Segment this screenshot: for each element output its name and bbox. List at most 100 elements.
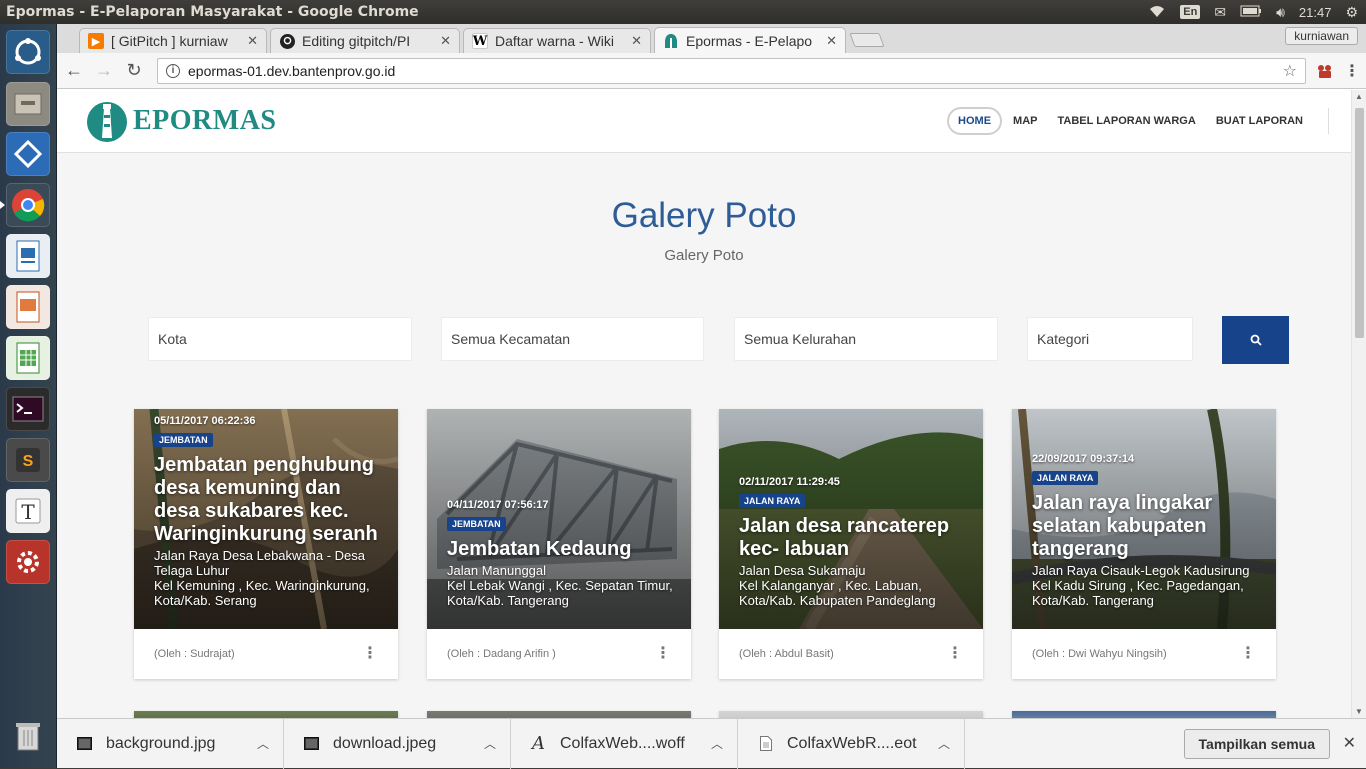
- card-footer: (Oleh : Abdul Basit) ⋮: [719, 629, 983, 679]
- tab-epormas[interactable]: Epormas - E-Pelapo ✕: [654, 27, 846, 53]
- report-card[interactable]: 02/11/2017 11:29:45 JALAN RAYA Jalan des…: [719, 409, 983, 679]
- system-top-panel: Epormas - E-Pelaporan Masyarakat - Googl…: [0, 0, 1366, 24]
- report-card-partial[interactable]: [719, 711, 983, 718]
- chrome-icon[interactable]: [0, 183, 50, 227]
- image-file-icon: [304, 736, 319, 751]
- impress-icon[interactable]: [6, 285, 50, 329]
- nav-map[interactable]: MAP: [1004, 109, 1046, 133]
- tab-wikipedia[interactable]: W Daftar warna - Wiki ✕: [463, 28, 651, 53]
- kota-select[interactable]: Kota: [148, 317, 412, 361]
- mail-icon[interactable]: ✉: [1214, 4, 1226, 21]
- download-item[interactable]: A ColfaxWeb....woff ︿: [511, 718, 738, 769]
- report-card-partial[interactable]: [1012, 711, 1276, 718]
- more-vert-icon[interactable]: ⋮: [362, 646, 378, 662]
- nav-tabel-laporan[interactable]: TABEL LAPORAN WARGA: [1049, 109, 1205, 133]
- tab-gitpitch[interactable]: ▶ [ GitPitch ] kurniaw ✕: [79, 28, 267, 53]
- site-header: EPORMAS HOME MAP TABEL LAPORAN WARGA BUA…: [57, 90, 1351, 153]
- report-photo[interactable]: 04/11/2017 07:56:17 JEMBATAN Jembatan Ke…: [427, 409, 691, 629]
- report-photo[interactable]: 22/09/2017 09:37:14 JALAN RAYA Jalan ray…: [1012, 409, 1276, 629]
- chrome-menu-icon[interactable]: ⋮: [1344, 61, 1360, 81]
- nav-buat-laporan[interactable]: BUAT LAPORAN: [1207, 109, 1312, 133]
- url-text[interactable]: epormas-01.dev.bantenprov.go.id: [188, 63, 395, 79]
- back-arrow-icon[interactable]: ←: [63, 60, 85, 82]
- extension-icon[interactable]: [1314, 63, 1336, 79]
- settings-icon[interactable]: [6, 540, 50, 584]
- close-icon[interactable]: ✕: [1343, 733, 1356, 753]
- report-card[interactable]: 05/11/2017 06:22:36 JEMBATAN Jembatan pe…: [134, 409, 398, 679]
- scrollbar-thumb[interactable]: [1355, 108, 1364, 338]
- report-photo[interactable]: 05/11/2017 06:22:36 JEMBATAN Jembatan pe…: [134, 409, 398, 629]
- kelurahan-select[interactable]: Semua Kelurahan: [734, 317, 998, 361]
- chevron-up-icon[interactable]: ︿: [711, 735, 723, 752]
- report-title[interactable]: Jalan desa rancaterep kec- labuan: [739, 515, 969, 561]
- writer-icon[interactable]: [6, 234, 50, 278]
- battery-icon[interactable]: [1240, 4, 1262, 20]
- report-card[interactable]: 04/11/2017 07:56:17 JEMBATAN Jembatan Ke…: [427, 409, 691, 679]
- category-badge[interactable]: JEMBATAN: [154, 433, 213, 447]
- page-title: Galery Poto: [611, 196, 797, 235]
- keyboard-layout-indicator[interactable]: En: [1180, 5, 1201, 19]
- more-vert-icon[interactable]: ⋮: [655, 646, 671, 662]
- report-card-partial[interactable]: [427, 711, 691, 718]
- window-title: Epormas - E-Pelaporan Masyarakat - Googl…: [6, 4, 419, 20]
- terminal-icon[interactable]: [6, 387, 50, 431]
- show-all-downloads-button[interactable]: Tampilkan semua: [1183, 729, 1330, 759]
- reload-icon[interactable]: ↻: [123, 60, 145, 82]
- close-icon[interactable]: ✕: [631, 33, 642, 49]
- scroll-down-icon[interactable]: ▼: [1355, 707, 1363, 716]
- ubuntu-dash-icon[interactable]: [6, 30, 50, 74]
- page-scrollbar[interactable]: ▲ ▼: [1351, 90, 1366, 718]
- download-item[interactable]: background.jpg ︿: [57, 718, 284, 769]
- more-vert-icon[interactable]: ⋮: [947, 646, 963, 662]
- tab-github[interactable]: Editing gitpitch/PI ✕: [270, 28, 460, 53]
- clock[interactable]: 21:47: [1299, 5, 1332, 20]
- category-badge[interactable]: JEMBATAN: [447, 517, 506, 531]
- report-date: 22/09/2017 09:37:14: [1032, 453, 1135, 465]
- info-icon[interactable]: i: [166, 63, 180, 78]
- trash-icon[interactable]: [6, 714, 50, 758]
- close-icon[interactable]: ✕: [247, 33, 258, 49]
- bookmark-star-icon[interactable]: ☆: [1283, 61, 1297, 81]
- git-icon[interactable]: [6, 132, 50, 176]
- sublime-icon[interactable]: S: [6, 438, 50, 482]
- report-date: 04/11/2017 07:56:17: [447, 499, 549, 511]
- report-card[interactable]: 22/09/2017 09:37:14 JALAN RAYA Jalan ray…: [1012, 409, 1276, 679]
- download-filename: download.jpeg: [333, 734, 437, 752]
- new-tab-button[interactable]: [849, 33, 885, 47]
- report-card-partial[interactable]: [134, 711, 398, 718]
- nav-divider: [1328, 108, 1329, 134]
- more-vert-icon[interactable]: ⋮: [1240, 646, 1256, 662]
- download-item[interactable]: download.jpeg ︿: [284, 718, 511, 769]
- download-item[interactable]: ColfaxWebR....eot ︿: [738, 718, 965, 769]
- search-button[interactable]: [1222, 316, 1289, 364]
- close-icon[interactable]: ✕: [440, 33, 451, 49]
- forward-arrow-icon[interactable]: →: [93, 60, 115, 82]
- report-region: Kel Kemuning , Kec. Waringinkurung, Kota…: [154, 578, 370, 608]
- report-title[interactable]: Jembatan Kedaung: [447, 538, 677, 561]
- category-badge[interactable]: JALAN RAYA: [1032, 471, 1099, 485]
- launcher: S T: [0, 24, 57, 768]
- chevron-up-icon[interactable]: ︿: [938, 735, 950, 752]
- address-bar[interactable]: i epormas-01.dev.bantenprov.go.id ☆: [157, 57, 1306, 84]
- volume-icon[interactable]: 🔊︎: [1276, 4, 1285, 21]
- category-badge[interactable]: JALAN RAYA: [739, 494, 806, 508]
- site-logo[interactable]: EPORMAS: [85, 98, 277, 144]
- nav-home[interactable]: HOME: [947, 107, 1003, 135]
- scroll-up-icon[interactable]: ▲: [1355, 92, 1363, 101]
- files-icon[interactable]: [6, 82, 50, 126]
- calc-icon[interactable]: [6, 336, 50, 380]
- report-title[interactable]: Jembatan penghubung desa kemuning dan de…: [154, 454, 384, 546]
- gear-icon[interactable]: ⚙: [1345, 4, 1358, 21]
- github-icon: [279, 33, 295, 49]
- chevron-up-icon[interactable]: ︿: [257, 735, 269, 752]
- profile-button[interactable]: kurniawan: [1285, 27, 1358, 45]
- wifi-icon[interactable]: [1148, 4, 1166, 21]
- kategori-select[interactable]: Kategori: [1027, 317, 1193, 361]
- close-icon[interactable]: ✕: [826, 33, 837, 49]
- text-editor-icon[interactable]: T: [6, 489, 50, 533]
- chevron-up-icon[interactable]: ︿: [484, 735, 496, 752]
- kecamatan-select[interactable]: Semua Kecamatan: [441, 317, 704, 361]
- report-title[interactable]: Jalan raya lingakar selatan kabupaten ta…: [1032, 492, 1262, 561]
- report-author: (Oleh : Abdul Basit): [739, 648, 834, 660]
- report-photo[interactable]: 02/11/2017 11:29:45 JALAN RAYA Jalan des…: [719, 409, 983, 629]
